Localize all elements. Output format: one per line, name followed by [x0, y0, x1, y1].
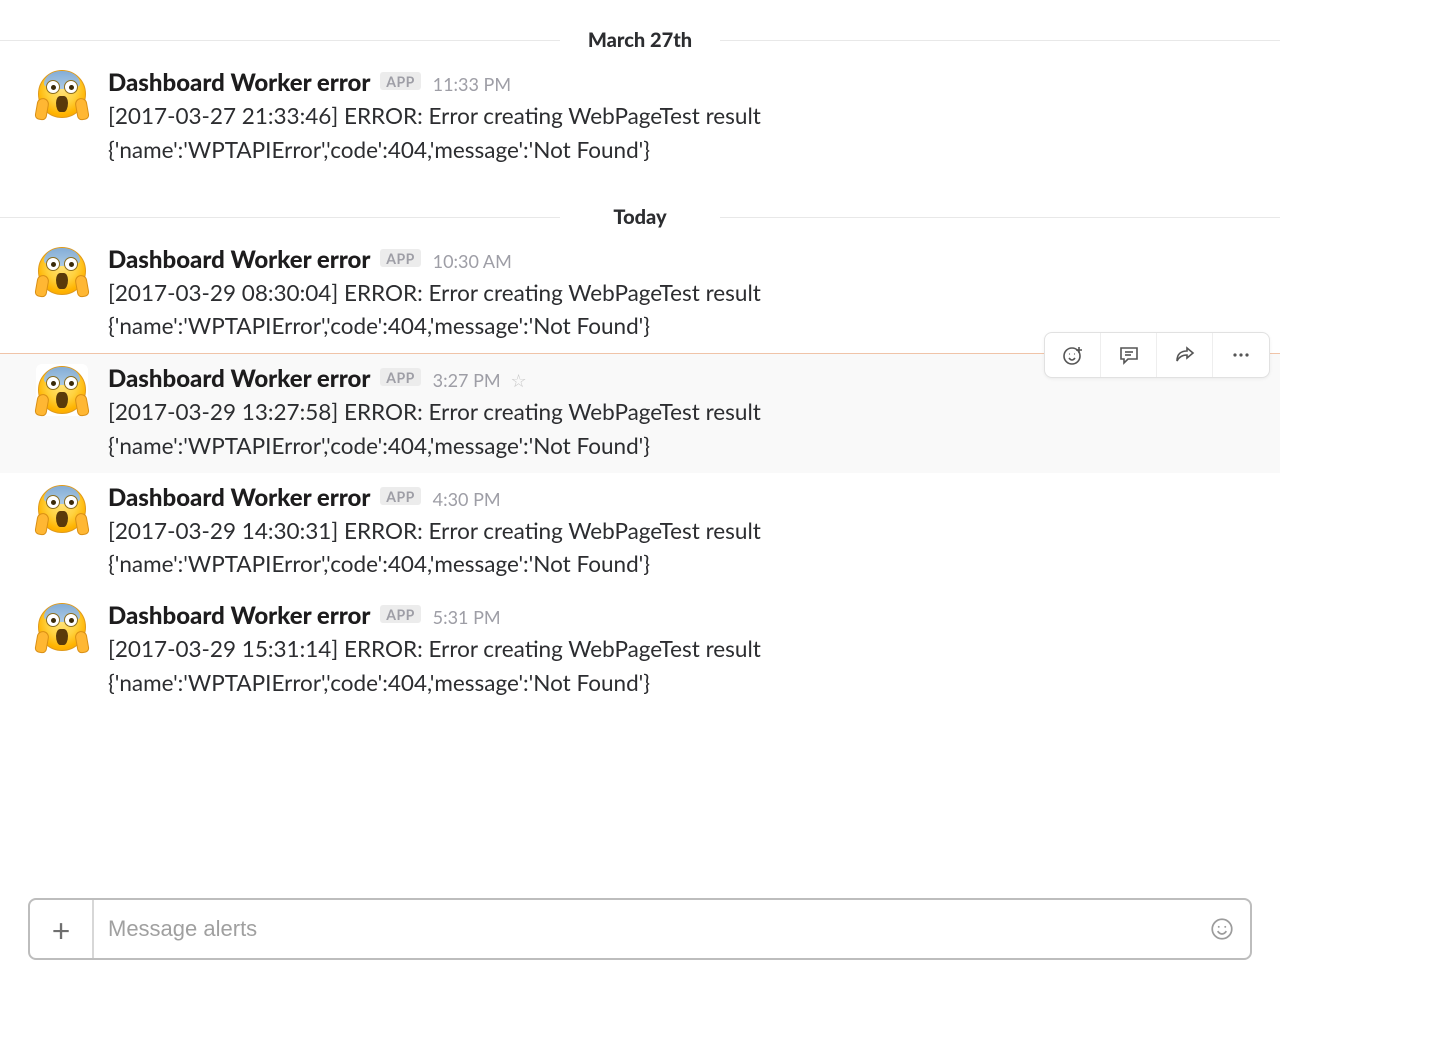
message-input[interactable]	[94, 900, 1194, 958]
plus-icon: +	[52, 910, 71, 949]
app-badge: APP	[380, 605, 421, 623]
day-divider: March 27th	[0, 28, 1280, 52]
star-icon[interactable]: ☆	[510, 369, 526, 392]
emoji-picker-button[interactable]	[1194, 900, 1250, 958]
message-body: [2017-03-29 15:31:14] ERROR: Error creat…	[108, 632, 1254, 700]
message-header: Dashboard Worker error APP 11:33 PM	[108, 68, 1254, 97]
message-timestamp[interactable]: 3:27 PM	[433, 369, 501, 391]
smiley-icon	[1209, 916, 1235, 942]
message[interactable]: Dashboard Worker error APP 11:33 PM [201…	[0, 58, 1280, 177]
more-actions-button[interactable]	[1213, 333, 1269, 377]
sender-name[interactable]: Dashboard Worker error	[108, 364, 370, 393]
sender-name[interactable]: Dashboard Worker error	[108, 601, 370, 630]
message-body: [2017-03-29 13:27:58] ERROR: Error creat…	[108, 395, 1254, 463]
scream-emoji-icon	[38, 485, 86, 533]
scream-emoji-icon	[38, 603, 86, 651]
attach-button[interactable]: +	[30, 900, 94, 958]
sender-name[interactable]: Dashboard Worker error	[108, 245, 370, 274]
app-badge: APP	[380, 368, 421, 386]
message-timestamp[interactable]: 5:31 PM	[433, 606, 501, 628]
scream-emoji-icon	[38, 366, 86, 414]
message-hover-actions	[1044, 332, 1270, 378]
day-divider: Today	[0, 205, 1280, 229]
add-reaction-button[interactable]	[1045, 333, 1101, 377]
message-body: [2017-03-27 21:33:46] ERROR: Error creat…	[108, 99, 1254, 167]
message-header: Dashboard Worker error APP 4:30 PM	[108, 483, 1254, 512]
share-message-button[interactable]	[1157, 333, 1213, 377]
scream-emoji-icon	[38, 247, 86, 295]
message-timestamp[interactable]: 11:33 PM	[433, 73, 511, 95]
message-pane: March 27th Dashboard Worker error APP 11…	[0, 28, 1280, 988]
scream-emoji-icon	[38, 70, 86, 118]
avatar[interactable]	[36, 601, 88, 653]
ellipsis-icon	[1229, 343, 1253, 367]
message-body: [2017-03-29 14:30:31] ERROR: Error creat…	[108, 514, 1254, 582]
message-header: Dashboard Worker error APP 10:30 AM	[108, 245, 1254, 274]
app-badge: APP	[380, 72, 421, 90]
add-reaction-icon	[1061, 343, 1085, 367]
day-divider-label: Today	[591, 205, 688, 229]
message[interactable]: Dashboard Worker error APP 3:27 PM ☆ [20…	[0, 353, 1280, 473]
avatar[interactable]	[36, 68, 88, 120]
message[interactable]: Dashboard Worker error APP 5:31 PM [2017…	[0, 591, 1280, 710]
start-thread-button[interactable]	[1101, 333, 1157, 377]
avatar[interactable]	[36, 245, 88, 297]
avatar[interactable]	[36, 483, 88, 535]
sender-name[interactable]: Dashboard Worker error	[108, 483, 370, 512]
day-divider-label: March 27th	[566, 28, 714, 52]
avatar[interactable]	[36, 364, 88, 416]
message-timestamp[interactable]: 4:30 PM	[433, 488, 501, 510]
message-header: Dashboard Worker error APP 5:31 PM	[108, 601, 1254, 630]
share-arrow-icon	[1173, 343, 1197, 367]
sender-name[interactable]: Dashboard Worker error	[108, 68, 370, 97]
speech-bubble-icon	[1117, 343, 1141, 367]
app-badge: APP	[380, 487, 421, 505]
message-timestamp[interactable]: 10:30 AM	[433, 250, 512, 272]
app-badge: APP	[380, 249, 421, 267]
composer: +	[28, 898, 1252, 960]
message[interactable]: Dashboard Worker error APP 4:30 PM [2017…	[0, 473, 1280, 592]
